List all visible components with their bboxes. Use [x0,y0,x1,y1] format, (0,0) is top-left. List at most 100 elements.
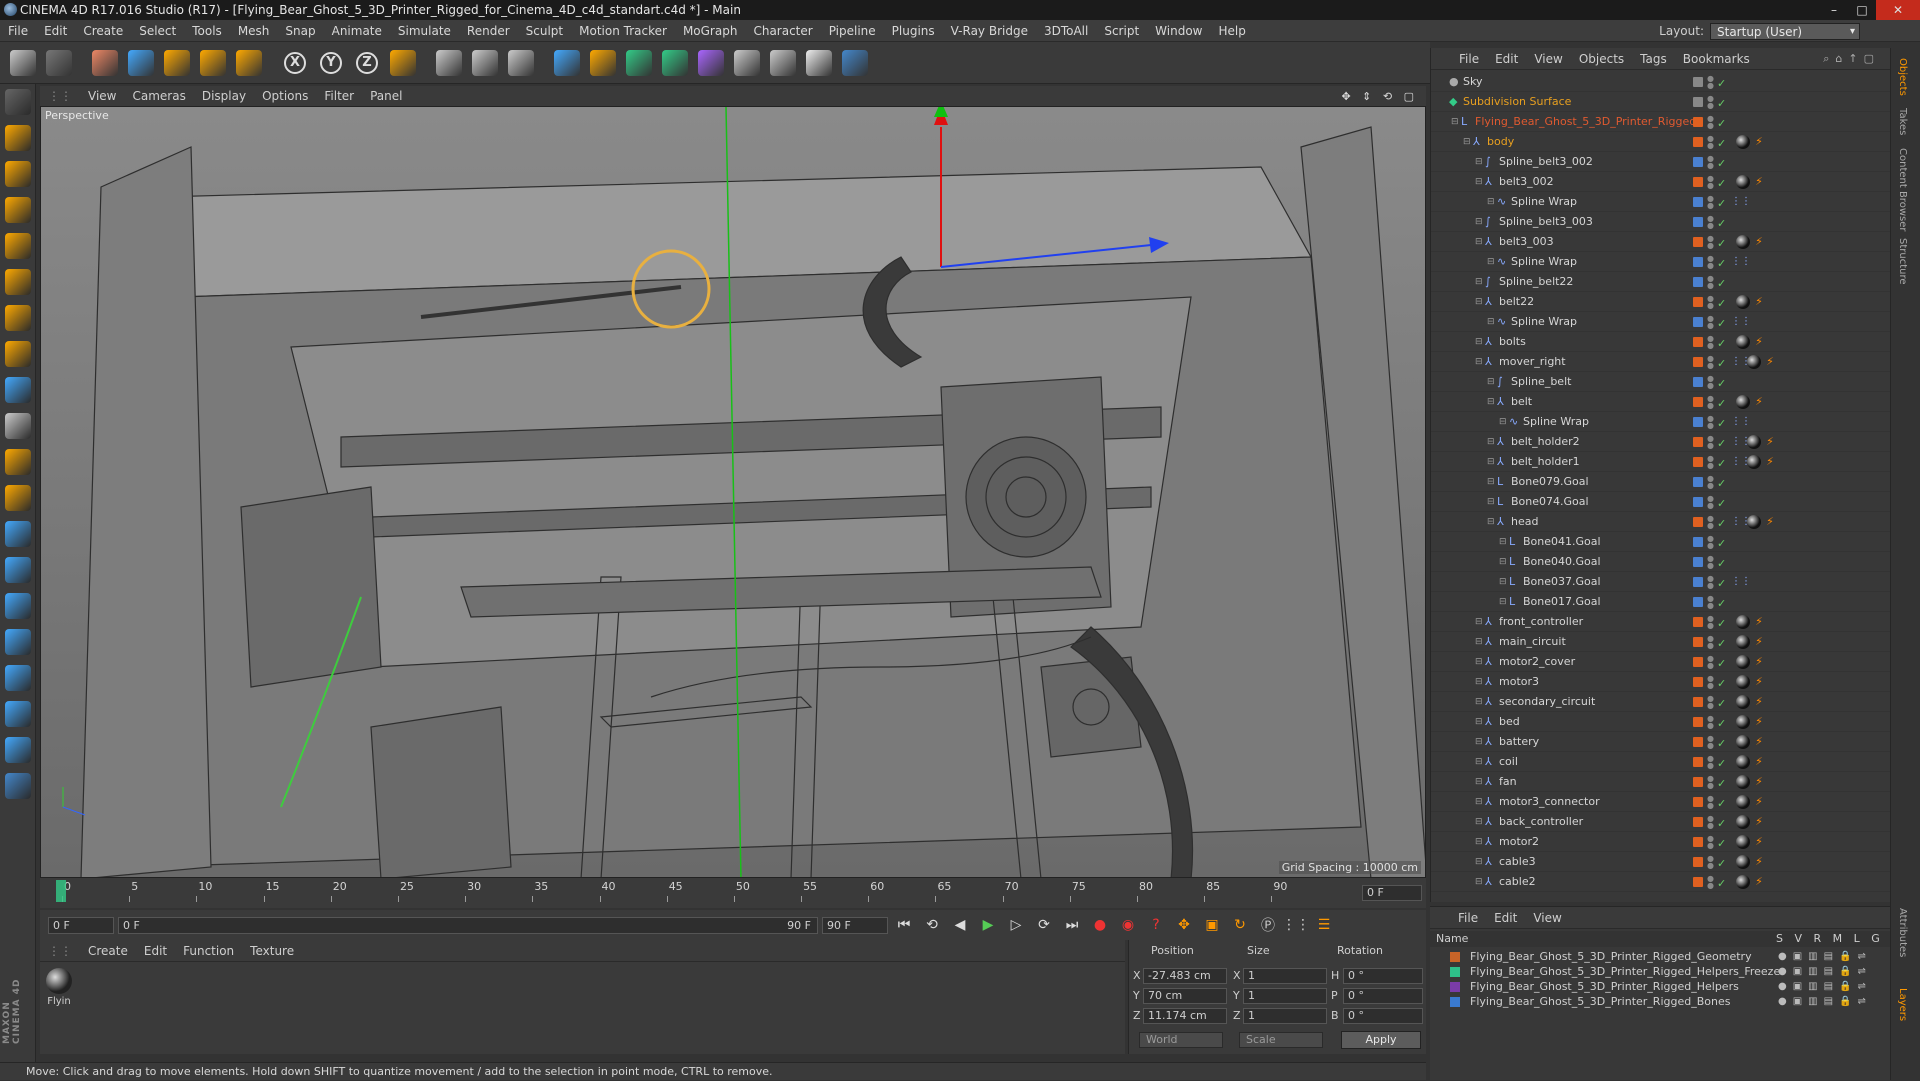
expand-toggle-icon[interactable]: ⊟ [1487,452,1495,472]
menu-simulate[interactable]: Simulate [390,20,459,42]
material-tag-icon[interactable] [1736,335,1750,349]
expand-toggle-icon[interactable]: ⊟ [1499,532,1507,552]
layer-color-swatch[interactable] [1693,557,1703,567]
expand-toggle-icon[interactable]: ⊟ [1475,332,1483,352]
layer-menu-edit[interactable]: Edit [1486,911,1525,925]
material-tag-icon[interactable] [1736,235,1750,249]
material-tag-icon[interactable] [1736,775,1750,789]
layer-color-swatch[interactable] [1693,837,1703,847]
go-to-start-icon[interactable]: ⏮ [892,913,916,937]
joint-tool-button[interactable] [0,480,36,516]
go-to-next-key-icon[interactable]: ⟳ [1032,913,1056,937]
object-row[interactable]: ⊟ ⅄ belt_holder2 ● ● ✓ ⋮⋮ ⚡ [1431,432,1891,452]
material-menu-texture[interactable]: Texture [242,944,302,958]
layer-color-swatch[interactable] [1450,967,1460,977]
position-y-field[interactable]: 70 cm [1143,988,1227,1004]
expand-toggle-icon[interactable]: ⊟ [1487,492,1495,512]
layer-flag-icons[interactable]: ●▣▥▤🔒⇌ [1778,979,1872,994]
enabled-check-icon[interactable]: ✓ [1717,274,1726,294]
layer-flag-icons[interactable]: ●▣▥▤🔒⇌ [1778,994,1872,1009]
layer-color-swatch[interactable] [1693,417,1703,427]
render-view-button[interactable] [432,46,466,80]
expand-toggle-icon[interactable]: ⊟ [1475,872,1483,892]
object-menu-view[interactable]: View [1526,52,1570,66]
layer-color-swatch[interactable] [1693,257,1703,267]
object-row[interactable]: ⊟ ∫ Spline_belt ● ● ✓ [1431,372,1891,392]
visibility-dots-icon[interactable]: ● ● [1707,695,1714,710]
visibility-dots-icon[interactable]: ● ● [1707,515,1714,530]
ik-tag-icon[interactable]: ⚡ [1752,295,1766,309]
layer-color-swatch[interactable] [1693,677,1703,687]
weight-tool-button[interactable] [0,552,36,588]
model-mode-button[interactable] [0,120,36,156]
visibility-dots-icon[interactable]: ● ● [1707,635,1714,650]
menu-snap[interactable]: Snap [277,20,323,42]
visibility-dots-icon[interactable]: ● ● [1707,835,1714,850]
expand-toggle-icon[interactable]: ⊟ [1475,692,1483,712]
key-pla-icon[interactable]: ⋮⋮ [1282,913,1310,937]
ik-tag-icon[interactable]: ⚡ [1752,675,1766,689]
expand-toggle-icon[interactable]: ⊟ [1487,372,1495,392]
spline-tag-icon[interactable]: ⋮⋮ [1731,355,1751,369]
layer-color-swatch[interactable] [1693,797,1703,807]
spline-tag-icon[interactable]: ⋮⋮ [1731,515,1751,529]
keyframe-selection-icon[interactable]: ? [1144,913,1168,937]
visibility-dots-icon[interactable]: ● ● [1707,455,1714,470]
expand-toggle-icon[interactable]: ⊟ [1475,652,1483,672]
current-frame-field[interactable]: 0 F [1362,885,1422,901]
layer-color-swatch[interactable] [1693,537,1703,547]
light-button[interactable] [802,46,836,80]
object-row[interactable]: ⊟ ∿ Spline Wrap ● ● ✓ ⋮⋮ [1431,312,1891,332]
size-z-field[interactable]: 1 [1243,1008,1327,1024]
side-tab-content-browser[interactable]: Content Browser [1897,148,1908,231]
visibility-dots-icon[interactable]: ● ● [1707,295,1714,310]
record-keys-icon[interactable]: ● [1088,913,1112,937]
playhead[interactable] [56,880,66,902]
expand-toggle-icon[interactable]: ⊟ [1487,432,1495,452]
layer-color-swatch[interactable] [1450,952,1460,962]
ik-chain-button[interactable] [0,516,36,552]
size-x-field[interactable]: 1 [1243,968,1327,984]
visibility-dots-icon[interactable]: ● ● [1707,775,1714,790]
ik-tag-icon[interactable]: ⚡ [1752,735,1766,749]
spline-tag-icon[interactable]: ⋮⋮ [1731,195,1751,209]
solo-button[interactable] [0,408,36,444]
object-row[interactable]: ⊟ ⅄ motor2 ● ● ✓ ⚡ [1431,832,1891,852]
enabled-check-icon[interactable]: ✓ [1717,754,1726,774]
visibility-dots-icon[interactable]: ● ● [1707,615,1714,630]
coordinate-system-button[interactable] [386,46,420,80]
visibility-dots-icon[interactable]: ● ● [1707,815,1714,830]
rotation-p-field[interactable]: 0 ° [1343,988,1423,1004]
visibility-dots-icon[interactable]: ● ● [1707,655,1714,670]
object-row[interactable]: ⊟ ⅄ motor3_connector ● ● ✓ ⚡ [1431,792,1891,812]
enabled-check-icon[interactable]: ✓ [1717,254,1726,274]
layer-color-swatch[interactable] [1693,137,1703,147]
enabled-check-icon[interactable]: ✓ [1717,394,1726,414]
paint-button[interactable] [0,660,36,696]
enabled-check-icon[interactable]: ✓ [1717,414,1726,434]
position-x-field[interactable]: -27.483 cm [1143,968,1227,984]
ik-tag-icon[interactable]: ⚡ [1752,875,1766,889]
enabled-check-icon[interactable]: ✓ [1717,634,1726,654]
material-tag-icon[interactable] [1747,515,1761,529]
visibility-dots-icon[interactable]: ● ● [1707,375,1714,390]
material-tag-icon[interactable] [1736,395,1750,409]
expand-toggle-icon[interactable]: ⊟ [1475,732,1483,752]
ik-tag-icon[interactable]: ⚡ [1763,455,1777,469]
object-menu-bookmarks[interactable]: Bookmarks [1675,52,1758,66]
ik-tag-icon[interactable]: ⚡ [1752,175,1766,189]
layer-color-swatch[interactable] [1693,437,1703,447]
expand-toggle-icon[interactable]: ⊟ [1475,832,1483,852]
object-row[interactable]: ⊟ ⅄ mover_right ● ● ✓ ⋮⋮ ⚡ [1431,352,1891,372]
object-row[interactable]: ⊟ ∫ Spline_belt22 ● ● ✓ [1431,272,1891,292]
layer-color-swatch[interactable] [1693,217,1703,227]
key-parameter-icon[interactable]: Ⓟ [1256,913,1280,937]
layer-color-swatch[interactable] [1693,77,1703,87]
expand-toggle-icon[interactable]: ⊟ [1475,352,1483,372]
timeline-ruler[interactable]: 0 5 10 15 20 25 30 35 40 45 50 55 60 65 70 75 80 85 90 [54,880,1344,902]
enabled-check-icon[interactable]: ✓ [1717,714,1726,734]
ik-tag-icon[interactable]: ⚡ [1752,715,1766,729]
menu-3dtoall[interactable]: 3DToAll [1036,20,1096,42]
next-frame-icon[interactable]: ▷ [1004,913,1028,937]
apply-button[interactable]: Apply [1341,1031,1421,1049]
